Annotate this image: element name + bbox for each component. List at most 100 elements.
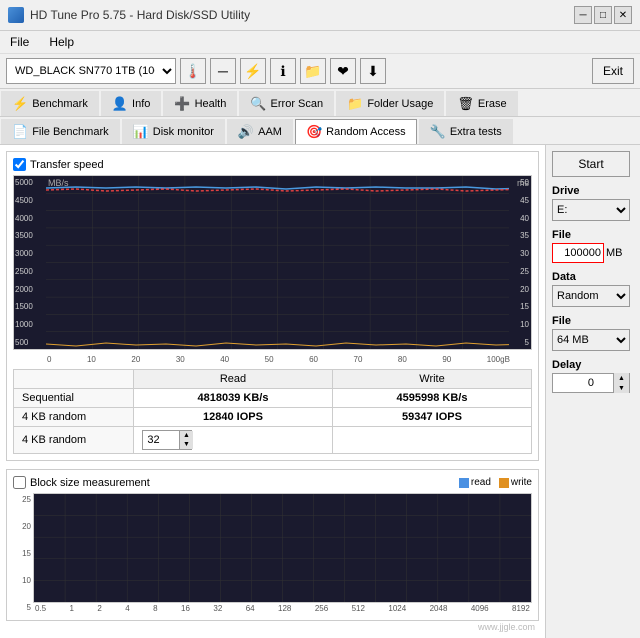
data-dropdown[interactable]: Random Sequential <box>552 285 630 307</box>
start-button[interactable]: Start <box>552 151 630 177</box>
row-4kb-write: 59347 IOPS <box>333 408 532 427</box>
minimize-button[interactable]: ─ <box>574 6 592 24</box>
aam-tab-icon: 🔊 <box>238 124 254 140</box>
block-header-left: Block size measurement <box>13 476 150 489</box>
download-icon[interactable]: ⬇ <box>360 58 386 84</box>
app-icon <box>8 7 24 23</box>
row-sequential-read: 4818039 KB/s <box>134 389 333 408</box>
toolbar: WD_BLACK SN770 1TB (1000 gB) 🌡️ ─ ⚡ ℹ 📁 … <box>0 54 640 89</box>
menu-bar: File Help <box>0 31 640 54</box>
tab-folder-usage[interactable]: 📁 Folder Usage <box>336 91 444 116</box>
tab-error-scan[interactable]: 🔍 Error Scan <box>239 91 334 116</box>
spinbox-down-button[interactable]: ▼ <box>179 440 193 449</box>
tab-file-benchmark[interactable]: 📄 File Benchmark <box>1 119 120 144</box>
close-button[interactable]: ✕ <box>614 6 632 24</box>
title-left: HD Tune Pro 5.75 - Hard Disk/SSD Utility <box>8 7 250 23</box>
table-row: 4 KB random ▲ ▼ <box>14 427 532 454</box>
tab-health[interactable]: ➕ Health <box>163 91 237 116</box>
col-header-read: Read <box>134 370 333 389</box>
folder-usage-tab-icon: 📁 <box>347 96 363 112</box>
y-axis-unit-ms: ms <box>517 178 529 188</box>
benchmark-section: Transfer speed 5000450040003500300025002… <box>6 151 539 461</box>
block-chart-svg <box>34 494 531 602</box>
temp-icon[interactable]: 🌡️ <box>180 58 206 84</box>
error-scan-tab-icon: 🔍 <box>250 96 266 112</box>
tab-random-access[interactable]: 🎯 Random Access <box>295 119 417 144</box>
transfer-speed-checkbox[interactable] <box>13 158 26 171</box>
row-4kb2-label: 4 KB random <box>14 427 134 454</box>
drive-select[interactable]: WD_BLACK SN770 1TB (1000 gB) <box>6 58 176 84</box>
tab-aam[interactable]: 🔊 AAM <box>227 119 293 144</box>
drive-dropdown[interactable]: E: <box>552 199 630 221</box>
delay-label: Delay <box>552 359 634 371</box>
file-label: File <box>552 229 634 241</box>
file-size-input[interactable] <box>552 243 604 263</box>
tabs-row-2: 📄 File Benchmark 📊 Disk monitor 🔊 AAM 🎯 … <box>0 117 640 145</box>
block-chart-wrapper: 0.512481632641282565121024204840968192 <box>33 493 532 614</box>
file-benchmark-tab-icon: 📄 <box>12 124 28 140</box>
tab-erase[interactable]: 🗑 Erase <box>446 91 517 116</box>
folder-icon[interactable]: 📁 <box>300 58 326 84</box>
table-row: 4 KB random 12840 IOPS 59347 IOPS <box>14 408 532 427</box>
maximize-button[interactable]: □ <box>594 6 612 24</box>
tab-disk-monitor[interactable]: 📊 Disk monitor <box>122 119 225 144</box>
tab-benchmark[interactable]: ⚡ Benchmark <box>1 91 99 116</box>
chart-svg <box>46 176 509 349</box>
exit-button[interactable]: Exit <box>592 58 634 84</box>
y-axis-unit-mbs: MB/s <box>48 178 69 188</box>
health-icon[interactable]: ❤ <box>330 58 356 84</box>
tabs-row-1: ⚡ Benchmark 👤 Info ➕ Health 🔍 Error Scan… <box>0 89 640 117</box>
health-tab-icon: ➕ <box>174 96 190 112</box>
transfer-header: Transfer speed <box>13 158 532 171</box>
row-4kb-label: 4 KB random <box>14 408 134 427</box>
col-header-empty <box>14 370 134 389</box>
menu-help[interactable]: Help <box>45 33 78 51</box>
tab-info[interactable]: 👤 Info <box>101 91 162 116</box>
results-table: Read Write Sequential 4818039 KB/s 45959… <box>13 369 532 454</box>
legend-write: write <box>499 477 532 488</box>
benchmark-icon[interactable]: ⚡ <box>240 58 266 84</box>
block-header: Block size measurement read write <box>13 476 532 489</box>
queue-depth-input[interactable] <box>143 433 179 447</box>
file-unit-label: MB <box>606 247 623 259</box>
delay-input[interactable] <box>553 376 613 390</box>
file2-dropdown[interactable]: 64 MB 32 MB 16 MB <box>552 329 630 351</box>
spinbox-up-button[interactable]: ▲ <box>179 431 193 440</box>
delay-section: Delay ▲ ▼ <box>552 359 634 393</box>
delay-down-button[interactable]: ▼ <box>613 383 629 393</box>
delay-spinbox[interactable]: ▲ ▼ <box>552 373 630 393</box>
line-icon[interactable]: ─ <box>210 58 236 84</box>
block-section: Block size measurement read write <box>6 469 539 621</box>
file2-section: File 64 MB 32 MB 16 MB <box>552 315 634 351</box>
info-tab-icon: 👤 <box>112 96 128 112</box>
delay-spinbox-buttons: ▲ ▼ <box>613 373 629 393</box>
block-size-label: Block size measurement <box>30 477 150 489</box>
col-header-write: Write <box>333 370 532 389</box>
row-4kb2-write <box>333 427 532 454</box>
legend-read: read <box>459 477 491 488</box>
data-label: Data <box>552 271 634 283</box>
drive-section: Drive E: <box>552 185 634 221</box>
tab-extra-tests[interactable]: 🔧 Extra tests <box>419 119 513 144</box>
legend-write-label: write <box>511 477 532 488</box>
main-content: Transfer speed 5000450040003500300025002… <box>0 145 640 638</box>
extra-tests-tab-icon: 🔧 <box>430 124 446 140</box>
table-row: Sequential 4818039 KB/s 4595998 KB/s <box>14 389 532 408</box>
block-size-checkbox[interactable] <box>13 476 26 489</box>
info-icon[interactable]: ℹ <box>270 58 296 84</box>
legend-write-box <box>499 478 509 488</box>
legend-read-box <box>459 478 469 488</box>
spinbox-buttons: ▲ ▼ <box>179 431 193 449</box>
random-access-tab-icon: 🎯 <box>306 124 322 140</box>
window-title: HD Tune Pro 5.75 - Hard Disk/SSD Utility <box>30 8 250 22</box>
title-bar: HD Tune Pro 5.75 - Hard Disk/SSD Utility… <box>0 0 640 31</box>
file-input-row: MB <box>552 243 634 263</box>
file2-label: File <box>552 315 634 327</box>
erase-tab-icon: 🗑 <box>457 96 474 112</box>
window-controls[interactable]: ─ □ ✕ <box>574 6 632 24</box>
menu-file[interactable]: File <box>6 33 33 51</box>
queue-depth-spinbox[interactable]: ▲ ▼ <box>142 430 192 450</box>
block-y-axis: 252015105 <box>13 493 33 614</box>
drive-label: Drive <box>552 185 634 197</box>
delay-up-button[interactable]: ▲ <box>613 373 629 383</box>
